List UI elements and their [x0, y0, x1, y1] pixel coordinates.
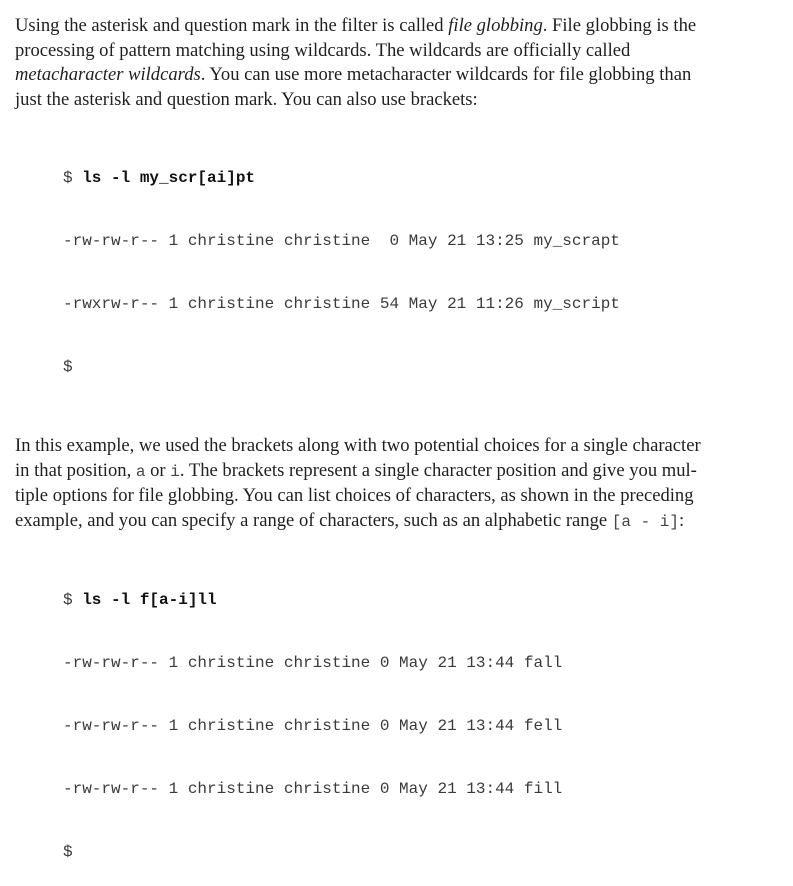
paragraph-line: example, and you can specify a range of … — [15, 509, 783, 535]
paragraph-line: in that position, a or i. The brackets r… — [15, 459, 783, 485]
shell-prompt-end: $ — [63, 843, 73, 861]
paragraph-line: metacharacter wildcards. You can use mor… — [15, 63, 783, 88]
output-line: -rw-rw-r-- 1 christine christine 0 May 2… — [63, 717, 563, 735]
text-run: : — [679, 509, 685, 531]
command-text: ls -l my_scr[ai]pt — [82, 169, 256, 187]
document-page: Using the asterisk and question mark in … — [15, 14, 783, 886]
output-line: -rw-rw-r-- 1 christine christine 0 May 2… — [63, 232, 620, 250]
inline-code: [a - i] — [611, 512, 679, 531]
text-run: Using the asterisk and question mark in … — [15, 15, 449, 36]
shell-prompt: $ — [63, 169, 83, 187]
paragraph-line: just the asterisk and question mark. You… — [15, 88, 478, 110]
text-run: example, and you can specify a range of … — [15, 509, 612, 531]
text-run: or — [145, 459, 171, 481]
text-run: . File globbing is the — [542, 15, 697, 36]
inline-code: i — [170, 462, 180, 481]
command-line: $ ls -l my_scr[ai]pt — [63, 168, 783, 189]
shell-prompt: $ — [63, 591, 83, 609]
paragraph-bracket-explanation: In this example, we used the brackets al… — [15, 434, 783, 534]
paragraph-line: processing of pattern matching using wil… — [15, 39, 631, 61]
paragraph-line: tiple options for file globbing. You can… — [15, 485, 694, 506]
text-run: in that position, — [15, 459, 136, 481]
term-metacharacter-wildcards: metacharacter wildcards — [15, 64, 201, 85]
text-run: . You can use more metacharacter wildcar… — [200, 64, 692, 85]
output-line: -rw-rw-r-- 1 christine christine 0 May 2… — [63, 780, 563, 798]
output-line: -rwxrw-r-- 1 christine christine 54 May … — [63, 295, 620, 313]
paragraph-line: In this example, we used the brackets al… — [15, 435, 701, 456]
inline-code: a — [135, 462, 146, 481]
output-line: -rw-rw-r-- 1 christine christine 0 May 2… — [63, 654, 563, 672]
term-file-globbing: file globbing — [448, 15, 543, 36]
shell-prompt-end: $ — [63, 358, 73, 376]
paragraph-file-globbing: Using the asterisk and question mark in … — [15, 14, 783, 112]
text-run: . The brackets represent a single charac… — [179, 459, 697, 481]
paragraph-line: Using the asterisk and question mark in … — [15, 14, 783, 39]
code-block-brackets-example: $ ls -l my_scr[ai]pt -rw-rw-r-- 1 christ… — [15, 126, 783, 420]
command-text: ls -l f[a-i]ll — [82, 591, 217, 609]
command-line: $ ls -l f[a-i]ll — [63, 590, 783, 611]
code-block-range-example: $ ls -l f[a-i]ll -rw-rw-r-- 1 christine … — [15, 548, 783, 886]
